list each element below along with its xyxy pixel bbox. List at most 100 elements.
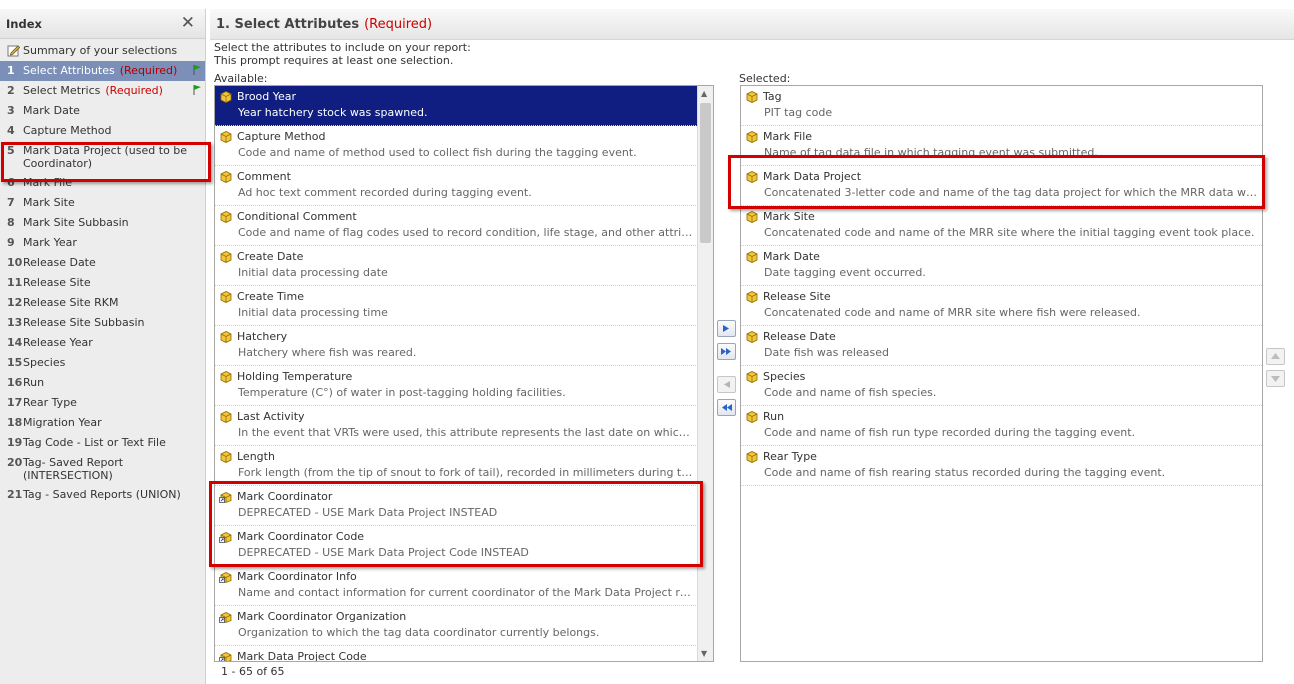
available-item[interactable]: Conditional Comment Code and name of flag… xyxy=(215,206,698,246)
close-icon[interactable]: ✕ xyxy=(181,15,195,32)
sidebar-item-3[interactable]: 3 Mark Date xyxy=(0,101,205,121)
sidebar-item-6[interactable]: 6 Mark File xyxy=(0,173,205,193)
attribute-description: Code and name of fish rearing status rec… xyxy=(764,466,1166,479)
attribute-name: Hatchery xyxy=(237,330,288,343)
attribute-name: Run xyxy=(763,410,785,423)
attribute-name: Capture Method xyxy=(237,130,326,143)
summary-link[interactable]: Summary of your selections xyxy=(0,39,205,61)
prompt-required: (Required) xyxy=(364,16,433,32)
selected-item[interactable]: Mark Data Project Concatenated 3-letter c… xyxy=(741,166,1262,206)
sidebar-item-number: 4 xyxy=(7,124,15,137)
sidebar-item-number: 14 xyxy=(7,336,23,349)
attribute-description: Code and name of method used to collect … xyxy=(238,146,637,159)
sidebar-item-9[interactable]: 9 Mark Year xyxy=(0,233,205,253)
attribute-name: Mark Coordinator xyxy=(237,490,333,503)
sidebar-item-7[interactable]: 7 Mark Site xyxy=(0,193,205,213)
attribute-cube-icon xyxy=(746,251,758,263)
shortcut-attribute-icon xyxy=(219,572,232,583)
available-item[interactable]: Capture Method Code and name of method us… xyxy=(215,126,698,166)
sidebar-item-number: 11 xyxy=(7,276,23,289)
attribute-cube-icon xyxy=(746,211,758,223)
selected-item[interactable]: Mark Site Concatenated code and name of t… xyxy=(741,206,1262,246)
sidebar-item-number: 17 xyxy=(7,396,23,409)
move-up-button[interactable] xyxy=(1266,348,1285,365)
attribute-cube-icon xyxy=(746,411,758,423)
selected-item[interactable]: Rear Type Code and name of fish rearing s… xyxy=(741,446,1262,486)
sidebar-item-number: 8 xyxy=(7,216,15,229)
sidebar-item-number: 10 xyxy=(7,256,23,269)
sidebar-item-5[interactable]: 5 Mark Data Project (used to be Coordinat… xyxy=(0,141,205,173)
selected-item[interactable]: Release Site Concatenated code and name o… xyxy=(741,286,1262,326)
sidebar-item-number: 13 xyxy=(7,316,23,329)
scrollbar-thumb[interactable] xyxy=(700,103,711,243)
attribute-cube-icon xyxy=(746,291,758,303)
available-item[interactable]: Mark Coordinator Code DEPRECATED - USE Ma… xyxy=(215,526,698,566)
attribute-cube-icon xyxy=(220,291,232,303)
attribute-cube-icon xyxy=(746,371,758,383)
move-down-button[interactable] xyxy=(1266,370,1285,387)
sidebar-item-number: 3 xyxy=(7,104,15,117)
flag-icon xyxy=(193,65,201,75)
sidebar-item-21[interactable]: 21 Tag - Saved Reports (UNION) xyxy=(0,485,205,505)
selected-item[interactable]: Mark File Name of tag data file in which … xyxy=(741,126,1262,166)
sidebar-item-label: Release Site RKM xyxy=(23,296,119,309)
sidebar-item-10[interactable]: 10 Release Date xyxy=(0,253,205,273)
sidebar-item-label: Mark Date xyxy=(23,104,80,117)
attribute-description: Name and contact information for current… xyxy=(238,586,694,599)
selected-item[interactable]: Run Code and name of fish run type record… xyxy=(741,406,1262,446)
sidebar-item-14[interactable]: 14 Release Year xyxy=(0,333,205,353)
sidebar-item-label: Migration Year xyxy=(23,416,102,429)
attribute-description: Fork length (from the tip of snout to fo… xyxy=(238,466,694,479)
sidebar-item-13[interactable]: 13 Release Site Subbasin xyxy=(0,313,205,333)
sidebar-item-8[interactable]: 8 Mark Site Subbasin xyxy=(0,213,205,233)
prompt-page: Index ✕ Summary of your selections 1 Sele… xyxy=(0,0,1294,684)
sidebar-item-16[interactable]: 16 Run xyxy=(0,373,205,393)
sidebar-item-17[interactable]: 17 Rear Type xyxy=(0,393,205,413)
available-item[interactable]: Mark Coordinator DEPRECATED - USE Mark Da… xyxy=(215,486,698,526)
remove-all-button[interactable] xyxy=(717,399,736,416)
available-listbox[interactable]: Brood Year Year hatchery stock was spawne… xyxy=(214,85,714,662)
available-item[interactable]: Holding Temperature Temperature (C°) of w… xyxy=(215,366,698,406)
available-item[interactable]: Brood Year Year hatchery stock was spawne… xyxy=(215,86,698,126)
scroll-up-arrow-icon[interactable]: ▲ xyxy=(701,89,707,98)
available-item[interactable]: Length Fork length (from the tip of snout… xyxy=(215,446,698,486)
remove-left-arrow-icon xyxy=(724,381,730,388)
available-item[interactable]: Mark Coordinator Info Name and contact in… xyxy=(215,566,698,606)
attribute-name: Comment xyxy=(237,170,291,183)
available-item[interactable]: Create Time Initial data processing time xyxy=(215,286,698,326)
sidebar-item-number: 6 xyxy=(7,176,15,189)
sidebar-item-number: 20 xyxy=(7,456,23,469)
selected-item[interactable]: Tag PIT tag code xyxy=(741,86,1262,126)
available-item[interactable]: Mark Data Project Code xyxy=(215,646,698,661)
available-item[interactable]: Hatchery Hatchery where fish was reared. xyxy=(215,326,698,366)
move-up-icon xyxy=(1271,353,1280,359)
sidebar-item-1[interactable]: 1 Select Attributes (Required) xyxy=(0,61,205,81)
attribute-description: PIT tag code xyxy=(764,106,833,119)
attribute-name: Rear Type xyxy=(763,450,817,463)
available-item[interactable]: Comment Ad hoc text comment recorded duri… xyxy=(215,166,698,206)
sidebar-item-4[interactable]: 4 Capture Method xyxy=(0,121,205,141)
selected-item[interactable]: Species Code and name of fish species. xyxy=(741,366,1262,406)
sidebar-item-18[interactable]: 18 Migration Year xyxy=(0,413,205,433)
attribute-name: Species xyxy=(763,370,806,383)
add-all-button[interactable] xyxy=(717,343,736,360)
prompt-header: 1. Select Attributes (Required) xyxy=(210,9,1294,40)
sidebar-item-19[interactable]: 19 Tag Code - List or Text File xyxy=(0,433,205,453)
selected-rows: Tag PIT tag code Mark File Name of tag data… xyxy=(741,86,1262,486)
sidebar-item-12[interactable]: 12 Release Site RKM xyxy=(0,293,205,313)
available-item[interactable]: Last Activity In the event that VRTs were… xyxy=(215,406,698,446)
available-item[interactable]: Create Date Initial data processing date xyxy=(215,246,698,286)
sidebar-item-20[interactable]: 20 Tag- Saved Report (INTERSECTION) xyxy=(0,453,205,485)
add-button[interactable] xyxy=(717,320,736,337)
selected-listbox[interactable]: Tag PIT tag code Mark File Name of tag data… xyxy=(740,85,1263,662)
sidebar-item-11[interactable]: 11 Release Site xyxy=(0,273,205,293)
selected-item[interactable]: Mark Date Date tagging event occurred. xyxy=(741,246,1262,286)
available-item[interactable]: Mark Coordinator Organization Organizatio… xyxy=(215,606,698,646)
available-scrollbar[interactable]: ▲ ▼ xyxy=(697,86,713,661)
sidebar-item-15[interactable]: 15 Species xyxy=(0,353,205,373)
sidebar-item-2[interactable]: 2 Select Metrics (Required) xyxy=(0,81,205,101)
remove-button[interactable] xyxy=(717,376,736,393)
scroll-down-arrow-icon[interactable]: ▼ xyxy=(701,649,707,658)
selected-item[interactable]: Release Date Date fish was released xyxy=(741,326,1262,366)
required-label: (Required) xyxy=(119,64,178,77)
